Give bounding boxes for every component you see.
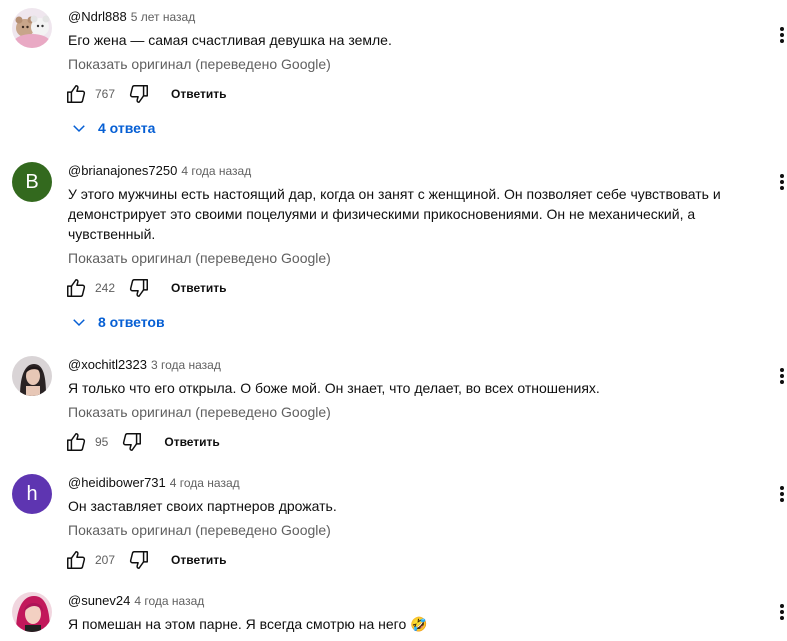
woman-photo <box>12 356 52 396</box>
comment-time[interactable]: 5 лет назад <box>131 10 195 24</box>
author-name[interactable]: @sunev24 <box>68 593 130 608</box>
reply-button[interactable]: Ответить <box>171 281 226 295</box>
more-vertical-icon <box>780 174 784 190</box>
show-original-link[interactable]: Показать оригинал (переведено Google) <box>68 248 331 268</box>
avatar[interactable]: B <box>12 162 52 202</box>
more-actions-button[interactable] <box>772 602 787 622</box>
comment-header: @xochitl2323 3 года назад <box>68 356 221 374</box>
comment-text: Я только что его открыла. О боже мой. Он… <box>68 380 600 396</box>
show-original-link[interactable]: Показать оригинал (переведено Google) <box>68 520 331 540</box>
dislike-icon[interactable] <box>127 548 151 572</box>
reply-button[interactable]: Ответить <box>171 553 226 567</box>
more-actions-button[interactable] <box>772 484 787 504</box>
like-count: 767 <box>95 87 116 101</box>
show-original-link[interactable]: Показать оригинал (переведено Google) <box>68 54 331 74</box>
view-replies-button[interactable]: 8 ответов <box>70 311 165 333</box>
comment-time[interactable]: 3 года назад <box>151 358 221 372</box>
like-count: 207 <box>95 553 116 567</box>
comment-time[interactable]: 4 года назад <box>134 594 204 608</box>
author-name[interactable]: @brianajones7250 <box>68 163 177 178</box>
comment-header: @brianajones7250 4 года назад <box>68 162 251 180</box>
comment-text: У этого мужчины есть настоящий дар, когд… <box>68 186 721 242</box>
reply-button[interactable]: Ответить <box>171 87 226 101</box>
dislike-icon[interactable] <box>127 82 151 106</box>
comment-header: @Ndrl888 5 лет назад <box>68 8 195 26</box>
avatar[interactable] <box>12 592 52 632</box>
more-vertical-icon <box>780 27 784 43</box>
author-name[interactable]: @xochitl2323 <box>68 357 147 372</box>
show-original-link[interactable]: Показать оригинал (переведено Google) <box>68 402 331 422</box>
view-replies-button[interactable]: 4 ответа <box>70 117 155 139</box>
comment-header: @heidibower731 4 года назад <box>68 474 240 492</box>
author-name[interactable]: @heidibower731 <box>68 475 166 490</box>
like-count: 95 <box>95 435 109 449</box>
red-hair-photo <box>12 592 52 632</box>
comment-actions: 242 Ответить <box>64 276 226 300</box>
comment-text: Он заставляет своих партнеров дрожать. <box>68 498 337 514</box>
comment-header: @sunev24 4 года назад <box>68 592 204 610</box>
chevron-down-icon <box>73 319 85 327</box>
author-name[interactable]: @Ndrl888 <box>68 9 127 24</box>
comment-text: Его жена — самая счастливая девушка на з… <box>68 32 392 48</box>
like-count: 242 <box>95 281 116 295</box>
more-actions-button[interactable] <box>772 172 787 192</box>
like-icon[interactable] <box>64 82 88 106</box>
comment-actions: 207 Ответить <box>64 548 226 572</box>
more-vertical-icon <box>780 486 784 502</box>
replies-count: 8 ответов <box>98 314 165 330</box>
more-vertical-icon <box>780 368 784 384</box>
more-actions-button[interactable] <box>772 25 787 45</box>
reply-button[interactable]: Ответить <box>164 435 219 449</box>
comment-text: Я помешан на этом парне. Я всегда смотрю… <box>68 616 428 632</box>
comment-actions: 767 Ответить <box>64 82 226 106</box>
plush-bears-photo <box>12 8 52 48</box>
comment-actions: 95 Ответить <box>64 430 220 454</box>
dislike-icon[interactable] <box>127 276 151 300</box>
chevron-down-icon <box>73 125 85 133</box>
like-icon[interactable] <box>64 276 88 300</box>
dislike-icon[interactable] <box>120 430 144 454</box>
like-icon[interactable] <box>64 548 88 572</box>
more-vertical-icon <box>780 604 784 620</box>
comment-time[interactable]: 4 года назад <box>181 164 251 178</box>
avatar[interactable] <box>12 8 52 48</box>
replies-count: 4 ответа <box>98 120 156 136</box>
comment-time[interactable]: 4 года назад <box>170 476 240 490</box>
avatar[interactable]: h <box>12 474 52 514</box>
like-icon[interactable] <box>64 430 88 454</box>
more-actions-button[interactable] <box>772 366 787 386</box>
avatar[interactable] <box>12 356 52 396</box>
